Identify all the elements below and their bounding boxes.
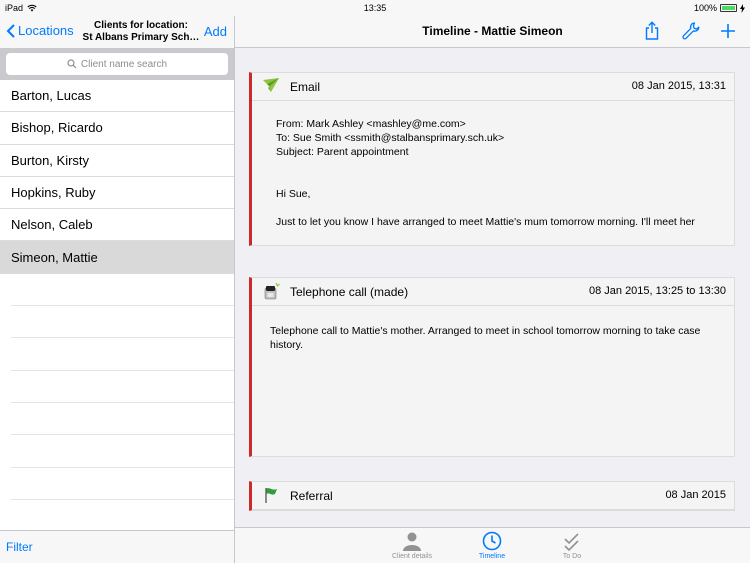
tab-to-do[interactable]: To Do <box>537 531 607 560</box>
back-label: Locations <box>18 23 74 38</box>
empty-row <box>11 468 234 500</box>
client-row-selected[interactable]: Simeon, Mattie <box>0 241 234 274</box>
email-subject: Subject: Parent appointment <box>276 146 409 158</box>
email-greeting: Hi Sue, <box>276 188 311 200</box>
left-bottom-toolbar: Filter <box>0 530 234 563</box>
tab-label: To Do <box>562 553 582 560</box>
card-date: 08 Jan 2015 <box>665 489 726 501</box>
back-locations-button[interactable]: Locations <box>6 23 74 38</box>
wrench-icon[interactable] <box>681 21 701 41</box>
card-type: Telephone call (made) <box>290 285 409 299</box>
card-date: 08 Jan 2015, 13:31 <box>631 80 726 92</box>
empty-row <box>11 306 234 339</box>
left-title-line1: Clients for location: <box>94 20 188 31</box>
empty-row <box>11 435 234 468</box>
card-type: Email <box>290 80 321 94</box>
tab-bar: Client details Timeline To Do <box>235 527 750 563</box>
email-body-text: Just to let you know I have arranged to … <box>276 216 695 228</box>
status-time: 13:35 <box>363 3 387 13</box>
tab-client-details[interactable]: Client details <box>377 531 447 560</box>
tab-label: Timeline <box>478 553 506 560</box>
empty-row <box>11 338 234 371</box>
client-row[interactable]: Burton, Kirsty <box>0 145 234 177</box>
timeline-card-call[interactable]: Telephone call (made) 08 Jan 2015, 13:25… <box>249 277 735 457</box>
email-plane-icon <box>263 78 279 92</box>
client-row[interactable]: Hopkins, Ruby <box>0 177 234 210</box>
email-to: To: Sue Smith <ssmith@stalbansprimary.sc… <box>276 132 505 144</box>
person-icon <box>403 532 421 551</box>
left-nav-title: Clients for location: St Albans Primary … <box>78 20 204 44</box>
client-row[interactable]: Barton, Lucas <box>0 80 234 113</box>
search-bar: Client name search <box>0 48 234 80</box>
right-nav-bar: Timeline - Mattie Simeon <box>235 16 750 48</box>
search-icon <box>67 59 77 69</box>
charging-icon <box>740 3 745 13</box>
timeline-card-referral[interactable]: Referral 08 Jan 2015 <box>249 481 735 511</box>
timeline-card-email[interactable]: Email 08 Jan 2015, 13:31 From: Mark Ashl… <box>249 72 735 246</box>
timeline: Email 08 Jan 2015, 13:31 From: Mark Ashl… <box>235 48 750 527</box>
card-type: Referral <box>290 489 333 503</box>
checkmarks-icon <box>564 533 579 551</box>
filter-button[interactable]: Filter <box>6 540 33 554</box>
client-list-pane: Locations Clients for location: St Alban… <box>0 16 235 563</box>
email-from: From: Mark Ashley <mashley@me.com> <box>276 118 466 130</box>
client-row[interactable]: Nelson, Caleb <box>0 209 234 242</box>
tab-timeline[interactable]: Timeline <box>457 531 527 560</box>
battery-fill <box>722 6 735 10</box>
empty-row <box>11 403 234 436</box>
clock-icon <box>482 531 502 551</box>
left-nav-bar: Locations Clients for location: St Alban… <box>0 16 234 48</box>
client-row[interactable]: Bishop, Ricardo <box>0 112 234 145</box>
add-client-button[interactable]: Add <box>204 24 227 39</box>
status-bar: iPad 13:35 100% <box>0 0 750 16</box>
empty-row <box>11 274 234 307</box>
chevron-left-icon <box>6 23 15 38</box>
search-placeholder: Client name search <box>80 58 168 70</box>
share-icon[interactable] <box>642 21 662 41</box>
battery-percent: 100% <box>693 3 717 13</box>
card-body: Telephone call to Mattie's mother. Arran… <box>270 325 701 351</box>
battery-icon <box>720 4 737 12</box>
tab-label: Client details <box>391 553 433 560</box>
card-body: From: Mark Ashley <mashley@me.com> To: S… <box>252 101 734 245</box>
empty-row <box>11 371 234 403</box>
card-date: 08 Jan 2015, 13:25 to 13:30 <box>588 285 726 297</box>
card-header: Referral 08 Jan 2015 <box>252 482 734 510</box>
left-title-line2: St Albans Primary Sch… <box>82 32 200 43</box>
add-icon[interactable] <box>718 21 738 41</box>
card-header: Telephone call (made) 08 Jan 2015, 13:25… <box>252 278 734 306</box>
card-header: Email 08 Jan 2015, 13:31 <box>252 73 734 101</box>
flag-icon <box>265 488 277 503</box>
search-input[interactable]: Client name search <box>6 53 228 75</box>
page-title: Timeline - Mattie Simeon <box>422 24 563 38</box>
client-list: Barton, Lucas Bishop, Ricardo Burton, Ki… <box>0 80 234 500</box>
telephone-icon <box>264 282 280 300</box>
